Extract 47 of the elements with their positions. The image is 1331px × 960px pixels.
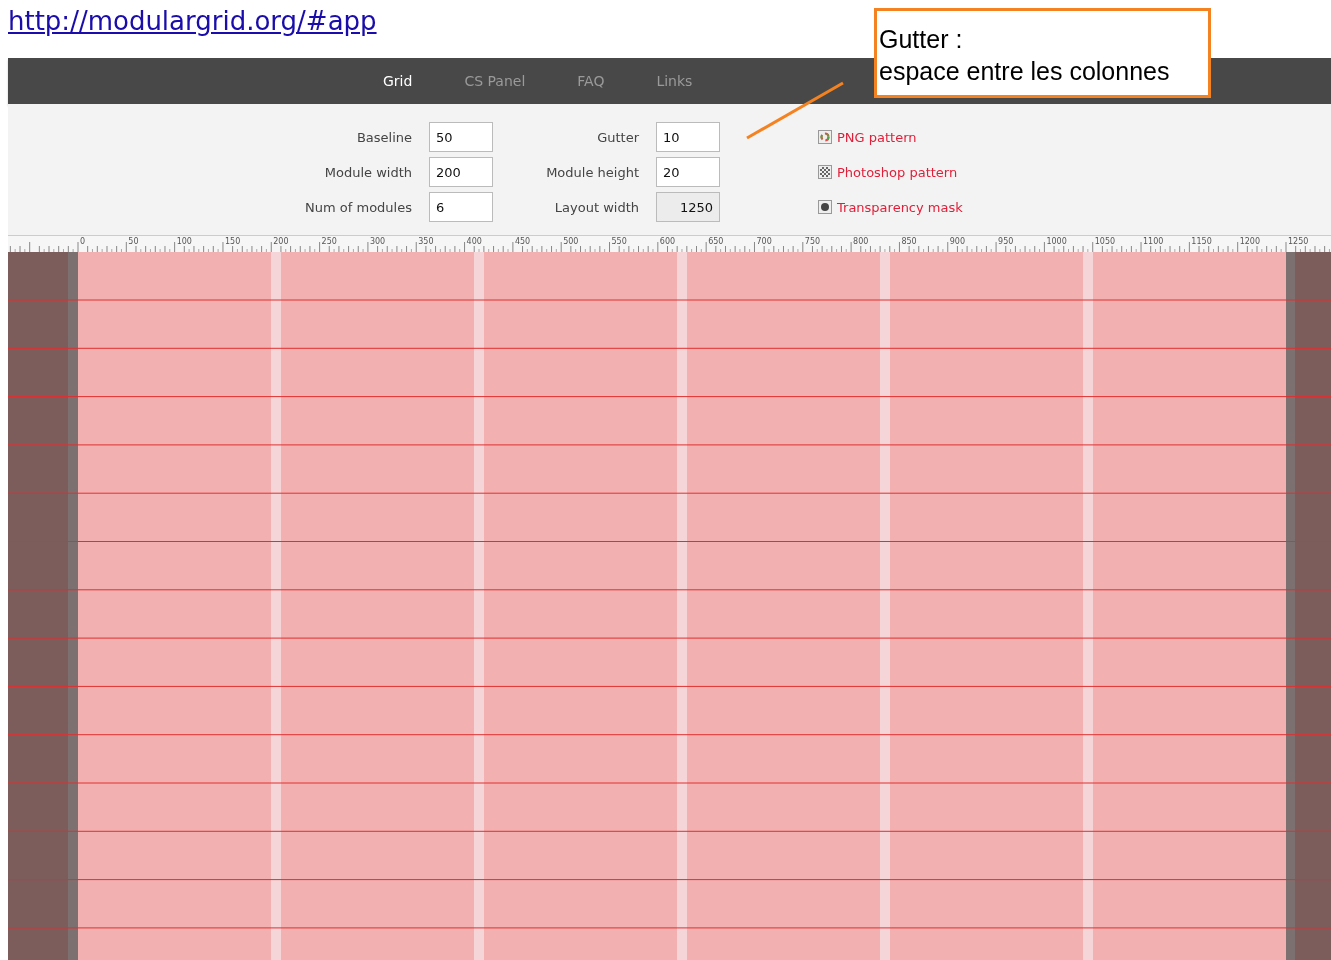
field-label: Module height [545,164,640,180]
ruler-label: 850 [901,237,917,246]
download-link[interactable]: Photoshop pattern [837,164,958,180]
ruler-label: 1050 [1094,237,1116,246]
download-link[interactable]: PNG pattern [837,129,917,145]
ruler-label: 600 [659,237,676,246]
ruler-label: 1250 [1288,237,1309,246]
ruler-label: 100 [176,237,192,246]
ruler-label: 1200 [1239,237,1261,246]
ruler-label: 250 [321,237,337,246]
ruler-label: 1000 [1046,237,1067,246]
ruler-label: 1100 [1143,237,1164,246]
number-field[interactable]: 50 [429,122,493,152]
url-link[interactable]: http://modulargrid.org/#app [8,6,377,36]
ruler-label: 800 [853,237,869,246]
ruler-label: 0 [80,237,86,246]
nav-tab[interactable]: Grid [357,73,439,89]
download-link[interactable]: Transparency mask [837,199,963,215]
dark-circle-icon [818,200,832,214]
ruler-label: 1150 [1191,237,1212,246]
number-field[interactable]: 6 [429,192,493,222]
field-label: Layout width [553,199,640,215]
number-field[interactable]: 200 [429,157,493,187]
ruler-label: 150 [224,237,241,246]
ruler-label: 700 [756,237,772,246]
field-label: Module width [323,164,413,180]
ruler-label: 950 [998,237,1014,246]
color-wheel-icon [818,130,832,144]
ruler-label: 500 [563,237,579,246]
callout-text: espace entre les colonnes [879,56,1171,87]
number-field[interactable]: 20 [656,157,720,187]
ruler-label: 350 [418,237,434,246]
ruler-label: 550 [611,237,627,246]
ruler-label: 750 [804,237,821,246]
callout-text: Gutter : [879,24,964,55]
field-label: Gutter [596,129,640,145]
ruler-label: 900 [949,237,966,246]
ruler-label: 200 [273,237,289,246]
ruler-label: 650 [708,237,724,246]
ruler-label: 400 [466,237,482,246]
field-label: Num of modules [304,199,413,215]
number-field[interactable]: 10 [656,122,720,152]
ruler-label: 300 [369,237,386,246]
ruler-label: 450 [514,237,531,246]
checkerboard-icon [818,165,832,179]
field-label: Baseline [355,129,413,145]
ruler-label: 50 [128,237,139,246]
